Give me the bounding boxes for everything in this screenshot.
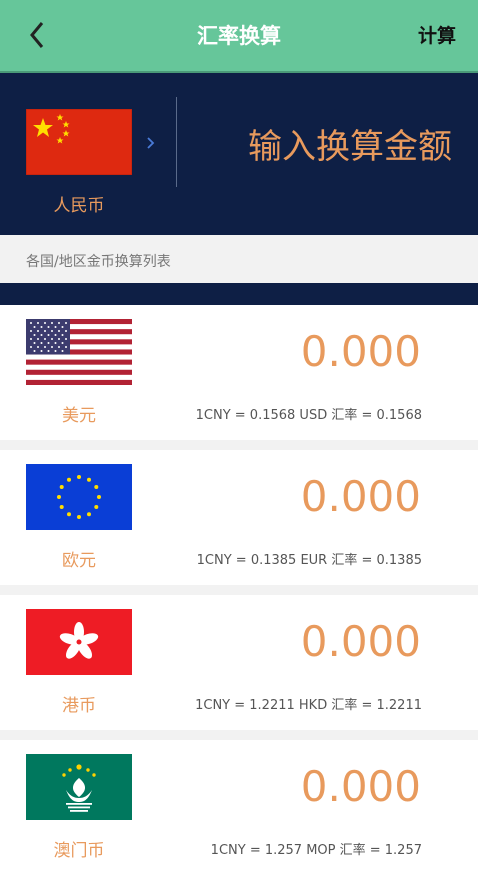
list-section-header: 各国/地区金币换算列表 — [0, 235, 478, 283]
currency-row-mop[interactable]: 澳门币 0.000 1CNY = 1.257 MOP 汇率 = 1.257 — [0, 740, 478, 875]
currency-name: 欧元 — [62, 551, 96, 571]
rate-text: 1CNY = 1.2211 HKD 汇率 = 1.2211 — [195, 698, 422, 713]
usa-flag-icon — [26, 319, 132, 385]
rate-text: 1CNY = 0.1385 EUR 汇率 = 0.1385 — [196, 553, 422, 568]
section-divider — [0, 283, 478, 305]
converted-value: 0.000 — [300, 472, 421, 521]
eu-flag-icon — [26, 464, 132, 530]
currency-name: 港币 — [62, 696, 96, 716]
currency-row-eur[interactable]: 欧元 0.000 1CNY = 0.1385 EUR 汇率 = 0.1385 — [0, 450, 478, 585]
currency-row-usd[interactable]: 美元 0.000 1CNY = 0.1568 USD 汇率 = 0.1568 — [0, 305, 478, 440]
top-bar: 汇率换算 计算 — [0, 0, 478, 73]
base-currency-panel: 人民币 输入换算金额 — [0, 73, 478, 235]
calculate-button[interactable]: 计算 — [418, 21, 456, 48]
chevron-right-icon[interactable] — [145, 133, 157, 153]
page-title: 汇率换算 — [197, 24, 281, 48]
rate-text: 1CNY = 1.257 MOP 汇率 = 1.257 — [210, 843, 422, 858]
china-flag-icon[interactable] — [26, 109, 132, 175]
base-currency-name[interactable]: 人民币 — [26, 191, 132, 216]
converted-value: 0.000 — [300, 762, 421, 811]
currency-row-hkd[interactable]: 港币 0.000 1CNY = 1.2211 HKD 汇率 = 1.2211 — [0, 595, 478, 730]
rate-text: 1CNY = 0.1568 USD 汇率 = 0.1568 — [195, 408, 422, 423]
currency-name: 澳门币 — [53, 841, 105, 861]
converted-value: 0.000 — [300, 327, 421, 376]
amount-input[interactable]: 输入换算金额 — [190, 119, 452, 168]
list-title: 各国/地区金币换算列表 — [26, 254, 171, 270]
converted-value: 0.000 — [300, 617, 421, 666]
divider — [176, 97, 177, 187]
currency-name: 美元 — [62, 406, 96, 426]
macau-flag-icon — [26, 754, 132, 820]
hk-flag-icon — [26, 609, 132, 675]
